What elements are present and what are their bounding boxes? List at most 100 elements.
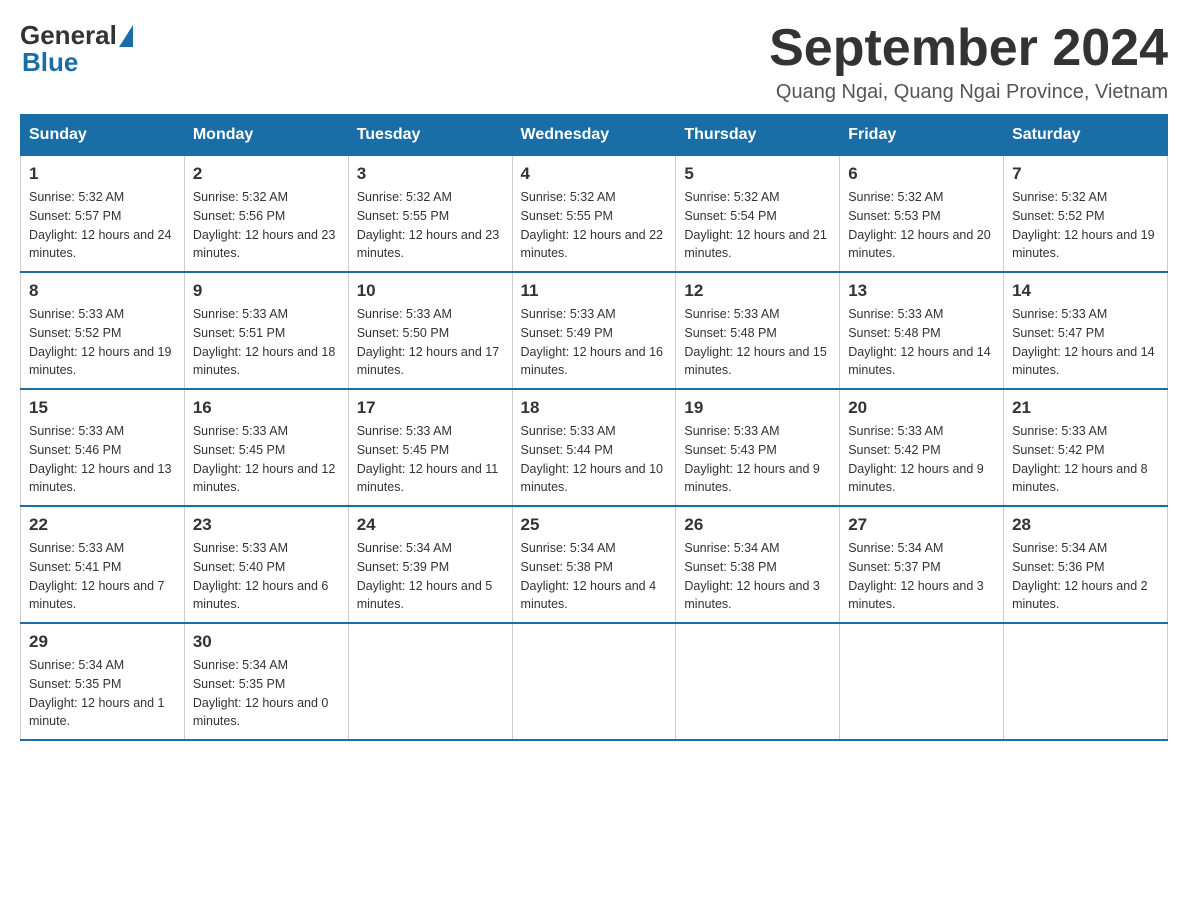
day-number: 5 bbox=[684, 164, 831, 184]
calendar-header-sunday: Sunday bbox=[21, 115, 185, 155]
day-info: Sunrise: 5:33 AMSunset: 5:43 PMDaylight:… bbox=[684, 422, 831, 497]
day-number: 28 bbox=[1012, 515, 1159, 535]
calendar-cell: 21 Sunrise: 5:33 AMSunset: 5:42 PMDayligh… bbox=[1004, 389, 1168, 506]
day-info: Sunrise: 5:34 AMSunset: 5:35 PMDaylight:… bbox=[29, 656, 176, 731]
calendar-cell: 12 Sunrise: 5:33 AMSunset: 5:48 PMDayligh… bbox=[676, 272, 840, 389]
calendar-cell: 27Sunrise: 5:34 AMSunset: 5:37 PMDayligh… bbox=[840, 506, 1004, 623]
header: General Blue September 2024 Quang Ngai, … bbox=[20, 20, 1168, 104]
day-number: 18 bbox=[521, 398, 668, 418]
day-info: Sunrise: 5:32 AMSunset: 5:55 PMDaylight:… bbox=[521, 188, 668, 263]
calendar-cell: 4 Sunrise: 5:32 AMSunset: 5:55 PMDaylight… bbox=[512, 155, 676, 272]
calendar-cell: 11Sunrise: 5:33 AMSunset: 5:49 PMDayligh… bbox=[512, 272, 676, 389]
day-number: 26 bbox=[684, 515, 831, 535]
logo: General Blue bbox=[20, 20, 135, 78]
day-number: 30 bbox=[193, 632, 340, 652]
day-info: Sunrise: 5:33 AMSunset: 5:51 PMDaylight:… bbox=[193, 305, 340, 380]
day-number: 4 bbox=[521, 164, 668, 184]
day-info: Sunrise: 5:32 AMSunset: 5:55 PMDaylight:… bbox=[357, 188, 504, 263]
day-number: 9 bbox=[193, 281, 340, 301]
calendar-header-monday: Monday bbox=[184, 115, 348, 155]
calendar-header-friday: Friday bbox=[840, 115, 1004, 155]
calendar-cell: 16Sunrise: 5:33 AMSunset: 5:45 PMDayligh… bbox=[184, 389, 348, 506]
day-number: 6 bbox=[848, 164, 995, 184]
calendar-week-row: 29 Sunrise: 5:34 AMSunset: 5:35 PMDayligh… bbox=[21, 623, 1168, 740]
day-number: 19 bbox=[684, 398, 831, 418]
calendar-cell: 25 Sunrise: 5:34 AMSunset: 5:38 PMDayligh… bbox=[512, 506, 676, 623]
day-number: 10 bbox=[357, 281, 504, 301]
day-info: Sunrise: 5:34 AMSunset: 5:36 PMDaylight:… bbox=[1012, 539, 1159, 614]
day-info: Sunrise: 5:32 AMSunset: 5:53 PMDaylight:… bbox=[848, 188, 995, 263]
calendar-cell: 30 Sunrise: 5:34 AMSunset: 5:35 PMDayligh… bbox=[184, 623, 348, 740]
calendar-cell bbox=[1004, 623, 1168, 740]
day-info: Sunrise: 5:34 AMSunset: 5:35 PMDaylight:… bbox=[193, 656, 340, 731]
month-title: September 2024 bbox=[769, 20, 1168, 77]
calendar-cell bbox=[676, 623, 840, 740]
day-info: Sunrise: 5:32 AMSunset: 5:52 PMDaylight:… bbox=[1012, 188, 1159, 263]
day-number: 13 bbox=[848, 281, 995, 301]
calendar-cell: 9 Sunrise: 5:33 AMSunset: 5:51 PMDaylight… bbox=[184, 272, 348, 389]
day-number: 16 bbox=[193, 398, 340, 418]
day-number: 15 bbox=[29, 398, 176, 418]
day-info: Sunrise: 5:33 AMSunset: 5:41 PMDaylight:… bbox=[29, 539, 176, 614]
calendar-header-saturday: Saturday bbox=[1004, 115, 1168, 155]
location-subtitle: Quang Ngai, Quang Ngai Province, Vietnam bbox=[769, 81, 1168, 104]
calendar-cell: 1Sunrise: 5:32 AMSunset: 5:57 PMDaylight… bbox=[21, 155, 185, 272]
calendar-cell: 5 Sunrise: 5:32 AMSunset: 5:54 PMDaylight… bbox=[676, 155, 840, 272]
day-number: 2 bbox=[193, 164, 340, 184]
day-number: 8 bbox=[29, 281, 176, 301]
calendar-cell: 22 Sunrise: 5:33 AMSunset: 5:41 PMDayligh… bbox=[21, 506, 185, 623]
day-info: Sunrise: 5:32 AMSunset: 5:56 PMDaylight:… bbox=[193, 188, 340, 263]
day-number: 7 bbox=[1012, 164, 1159, 184]
day-info: Sunrise: 5:33 AMSunset: 5:48 PMDaylight:… bbox=[684, 305, 831, 380]
day-info: Sunrise: 5:33 AMSunset: 5:40 PMDaylight:… bbox=[193, 539, 340, 614]
day-info: Sunrise: 5:33 AMSunset: 5:52 PMDaylight:… bbox=[29, 305, 176, 380]
day-info: Sunrise: 5:33 AMSunset: 5:45 PMDaylight:… bbox=[357, 422, 504, 497]
title-area: September 2024 Quang Ngai, Quang Ngai Pr… bbox=[769, 20, 1168, 104]
calendar-cell: 2 Sunrise: 5:32 AMSunset: 5:56 PMDaylight… bbox=[184, 155, 348, 272]
calendar-header-wednesday: Wednesday bbox=[512, 115, 676, 155]
calendar-cell: 23 Sunrise: 5:33 AMSunset: 5:40 PMDayligh… bbox=[184, 506, 348, 623]
day-info: Sunrise: 5:33 AMSunset: 5:47 PMDaylight:… bbox=[1012, 305, 1159, 380]
day-info: Sunrise: 5:33 AMSunset: 5:50 PMDaylight:… bbox=[357, 305, 504, 380]
calendar-week-row: 1Sunrise: 5:32 AMSunset: 5:57 PMDaylight… bbox=[21, 155, 1168, 272]
calendar-table: SundayMondayTuesdayWednesdayThursdayFrid… bbox=[20, 114, 1168, 741]
day-number: 29 bbox=[29, 632, 176, 652]
calendar-cell: 15Sunrise: 5:33 AMSunset: 5:46 PMDayligh… bbox=[21, 389, 185, 506]
calendar-cell: 7 Sunrise: 5:32 AMSunset: 5:52 PMDaylight… bbox=[1004, 155, 1168, 272]
calendar-cell bbox=[348, 623, 512, 740]
calendar-cell bbox=[840, 623, 1004, 740]
day-number: 27 bbox=[848, 515, 995, 535]
day-number: 22 bbox=[29, 515, 176, 535]
calendar-cell: 20 Sunrise: 5:33 AMSunset: 5:42 PMDayligh… bbox=[840, 389, 1004, 506]
day-info: Sunrise: 5:34 AMSunset: 5:38 PMDaylight:… bbox=[521, 539, 668, 614]
day-number: 12 bbox=[684, 281, 831, 301]
calendar-cell: 17 Sunrise: 5:33 AMSunset: 5:45 PMDayligh… bbox=[348, 389, 512, 506]
day-number: 14 bbox=[1012, 281, 1159, 301]
day-number: 21 bbox=[1012, 398, 1159, 418]
calendar-cell: 18Sunrise: 5:33 AMSunset: 5:44 PMDayligh… bbox=[512, 389, 676, 506]
calendar-week-row: 22 Sunrise: 5:33 AMSunset: 5:41 PMDayligh… bbox=[21, 506, 1168, 623]
calendar-cell: 19 Sunrise: 5:33 AMSunset: 5:43 PMDayligh… bbox=[676, 389, 840, 506]
day-info: Sunrise: 5:33 AMSunset: 5:48 PMDaylight:… bbox=[848, 305, 995, 380]
day-number: 24 bbox=[357, 515, 504, 535]
day-number: 25 bbox=[521, 515, 668, 535]
day-info: Sunrise: 5:33 AMSunset: 5:42 PMDaylight:… bbox=[1012, 422, 1159, 497]
day-number: 17 bbox=[357, 398, 504, 418]
calendar-cell: 24Sunrise: 5:34 AMSunset: 5:39 PMDayligh… bbox=[348, 506, 512, 623]
day-info: Sunrise: 5:33 AMSunset: 5:42 PMDaylight:… bbox=[848, 422, 995, 497]
day-number: 20 bbox=[848, 398, 995, 418]
day-number: 3 bbox=[357, 164, 504, 184]
day-number: 23 bbox=[193, 515, 340, 535]
day-info: Sunrise: 5:34 AMSunset: 5:38 PMDaylight:… bbox=[684, 539, 831, 614]
day-info: Sunrise: 5:32 AMSunset: 5:54 PMDaylight:… bbox=[684, 188, 831, 263]
calendar-cell: 6 Sunrise: 5:32 AMSunset: 5:53 PMDaylight… bbox=[840, 155, 1004, 272]
calendar-week-row: 8 Sunrise: 5:33 AMSunset: 5:52 PMDaylight… bbox=[21, 272, 1168, 389]
calendar-cell: 10 Sunrise: 5:33 AMSunset: 5:50 PMDayligh… bbox=[348, 272, 512, 389]
calendar-header-thursday: Thursday bbox=[676, 115, 840, 155]
day-info: Sunrise: 5:32 AMSunset: 5:57 PMDaylight:… bbox=[29, 188, 176, 263]
day-number: 11 bbox=[521, 281, 668, 301]
calendar-cell: 29 Sunrise: 5:34 AMSunset: 5:35 PMDayligh… bbox=[21, 623, 185, 740]
calendar-cell: 28 Sunrise: 5:34 AMSunset: 5:36 PMDayligh… bbox=[1004, 506, 1168, 623]
calendar-cell: 13 Sunrise: 5:33 AMSunset: 5:48 PMDayligh… bbox=[840, 272, 1004, 389]
calendar-cell bbox=[512, 623, 676, 740]
